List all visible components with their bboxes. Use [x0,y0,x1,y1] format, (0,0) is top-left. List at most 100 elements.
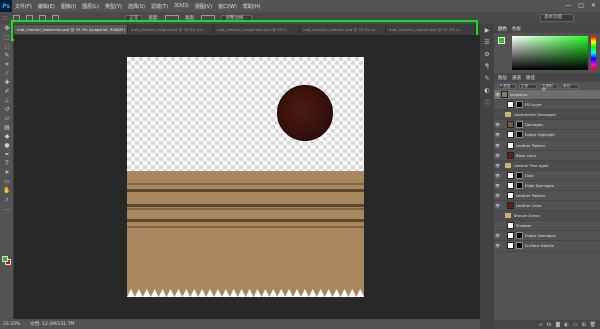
layer-row[interactable]: 👁 Damages [494,120,600,131]
layer-row[interactable]: 👁 Leather Color [494,201,600,212]
layer-group-row[interactable]: Bronze Armor [494,211,600,222]
leather-stripe [127,189,364,192]
visibility-eye-icon[interactable]: 👁 [494,233,501,238]
layer-kind-filter[interactable]: P 类型 [498,83,516,89]
dodge-tool-icon[interactable]: ● [0,141,14,150]
visibility-eye-icon[interactable]: 👁 [494,92,501,97]
layer-row[interactable]: 👁 snapshot [494,90,600,101]
opacity-control[interactable]: 不透明度: [540,83,558,90]
crop-tool-icon[interactable]: ⌗ [0,60,14,69]
add-mask-icon[interactable]: ◙ [555,322,560,328]
layer-row[interactable]: 👁 Leather Pattern [494,191,600,202]
tab-color[interactable]: 颜色 [498,26,507,32]
new-group-icon[interactable]: ▭ [573,322,578,328]
foreground-color-swatch[interactable] [2,256,8,262]
close-icon[interactable]: ✕ [591,2,596,9]
path-select-tool-icon[interactable]: ➤ [0,168,14,177]
gradient-tool-icon[interactable]: ▤ [0,123,14,132]
visibility-eye-icon[interactable]: 👁 [494,122,501,127]
quick-select-tool-icon[interactable]: ✎ [0,51,14,60]
menu-layer[interactable]: 图层(L) [79,3,102,10]
visibility-eye-icon[interactable]: 👁 [494,243,501,248]
leather-stripe [127,219,364,222]
info-icon[interactable]: ⓘ [480,96,494,108]
more-tools-icon[interactable]: … [0,204,14,213]
menu-select[interactable]: 选择(S) [125,3,148,10]
paragraph-icon[interactable]: ¶ [480,60,494,72]
visibility-eye-icon[interactable]: 👁 [494,143,501,148]
eyedropper-tool-icon[interactable]: ⁄ [0,69,14,78]
layer-group-row[interactable]: 👁 Leather Fine Aged [494,160,600,171]
layer-row[interactable]: 👁 Dust [494,171,600,181]
blend-mode-select[interactable]: 正常 [519,83,537,89]
blur-tool-icon[interactable]: ◆ [0,132,14,141]
layer-row[interactable]: 👁 Edges Damages [494,231,600,242]
pen-tool-icon[interactable]: ✒ [0,150,14,159]
menu-file[interactable]: 文件(F) [12,3,35,10]
hand-tool-icon[interactable]: ✋ [0,186,14,195]
menu-image[interactable]: 图像(I) [58,3,79,10]
brush-tool-icon[interactable]: ✐ [0,87,14,96]
visibility-eye-icon[interactable]: 👁 [494,183,501,188]
layer-row[interactable]: 👁 Surface Details [494,241,600,252]
menu-filter[interactable]: 滤镜(T) [148,3,171,10]
adjustment-layer-icon[interactable]: ◐ [564,322,568,328]
zoom-tool-icon[interactable]: ⌕ [0,195,14,204]
hue-slider[interactable] [591,36,596,70]
menu-3d[interactable]: 3D(D) [171,3,192,9]
group-name: Bronze Armor [514,213,541,219]
tab-channels[interactable]: 通道 [512,75,521,81]
history-brush-tool-icon[interactable]: ↺ [0,105,14,114]
leather-stripe [127,208,364,210]
shape-tool-icon[interactable]: ▭ [0,177,14,186]
maximize-icon[interactable]: □ [578,2,584,9]
workspace-select[interactable]: 基本功能 [540,14,574,22]
healing-brush-tool-icon[interactable]: ✚ [0,78,14,87]
visibility-eye-icon[interactable]: 👁 [494,153,501,158]
tab-layers[interactable]: 图层 [498,75,507,81]
tools-panel: ✥ ⬚ ◌ ✎ ⌗ ⁄ ✚ ✐ ⊥ ↺ ▱ ▤ ◆ ● ✒ T ➤ ▭ ✋ ⌕ … [0,24,14,319]
color-panel [494,33,600,73]
layer-style-icon[interactable]: fx [547,322,552,328]
new-layer-icon[interactable]: ⊞ [581,322,585,328]
visibility-eye-icon[interactable]: 👁 [494,193,501,198]
adjustments-icon[interactable]: ◐ [480,84,494,96]
layer-name: Leather Pattern [516,142,546,148]
tab-paths[interactable]: 路径 [526,75,535,81]
menu-type[interactable]: 类型(Y) [102,3,125,10]
lasso-tool-icon[interactable]: ◌ [0,42,14,51]
clone-stamp-tool-icon[interactable]: ⊥ [0,96,14,105]
visibility-eye-icon[interactable]: 👁 [494,203,501,208]
layer-row[interactable]: Shadow [494,221,600,232]
history-icon[interactable]: ☰ [480,36,494,48]
properties-icon[interactable]: ⚙ [480,48,494,60]
brush-presets-icon[interactable]: ✎ [480,72,494,84]
menu-edit[interactable]: 编辑(E) [35,3,58,10]
visibility-eye-icon[interactable]: 👁 [494,163,501,168]
layer-row[interactable]: 👁 Base Color [494,151,600,161]
zoom-level[interactable]: 33.33% [3,322,20,327]
tab-swatches[interactable]: 色板 [512,26,521,32]
layer-row[interactable]: 👁 Edges Highlight [494,130,600,141]
marquee-tool-icon[interactable]: ⬚ [3,16,7,21]
visibility-eye-icon[interactable]: 👁 [494,132,501,137]
layer-row[interactable]: 👁 Edge Damages [494,181,600,191]
layer-row[interactable]: FB Layer [494,100,600,111]
menu-window[interactable]: 窗口(W) [215,3,240,10]
eraser-tool-icon[interactable]: ▱ [0,114,14,123]
layer-row[interactable]: 👁 Leather Pattern [494,140,600,151]
menu-help[interactable]: 帮助(H) [240,3,264,10]
layer-group-row[interactable]: Leatherette Damaged [494,110,600,121]
type-tool-icon[interactable]: T [0,159,14,168]
color-picker-field[interactable] [512,36,588,70]
link-layers-icon[interactable]: ∞ [539,322,543,328]
minimize-icon[interactable]: — [565,2,571,9]
play-icon[interactable]: ▶ [480,24,494,36]
canvas-area[interactable] [14,35,480,319]
document-canvas[interactable] [127,57,364,297]
fill-control[interactable]: 填充: [561,83,579,89]
menu-view[interactable]: 视图(V) [192,3,215,10]
foreground-color-chip[interactable] [498,37,505,44]
visibility-eye-icon[interactable]: 👁 [494,173,501,178]
delete-layer-icon[interactable]: 🗑 [590,322,596,328]
